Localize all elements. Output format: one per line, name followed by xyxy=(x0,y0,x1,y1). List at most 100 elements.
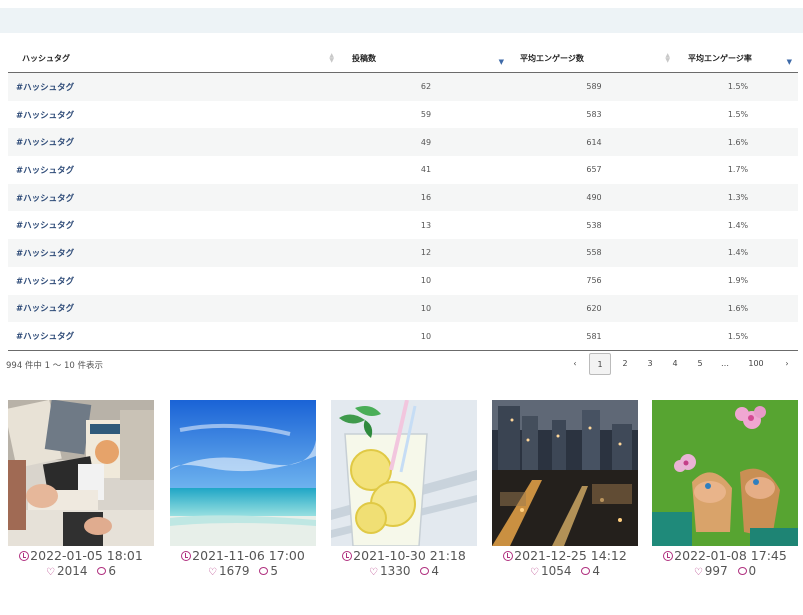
post-thumbnail[interactable] xyxy=(492,400,638,546)
post-date: 2022-01-05 18:01 xyxy=(8,548,154,563)
table-row[interactable]: #ハッシュタグ 12 558 1.4% xyxy=(8,239,798,267)
post-date-text: 2021-11-06 17:00 xyxy=(192,548,305,563)
post-card[interactable]: 2021-10-30 21:18 ♡ 1330 4 xyxy=(331,400,477,578)
post-count: 13 xyxy=(420,220,432,230)
engagement-rate: 1.3% xyxy=(678,183,798,212)
comment-count: 4 xyxy=(592,564,600,578)
table-header-row: ハッシュタグ ▲ ▼ 投稿数 ▼ 平均エンゲージ数 ▲ ▼ 平均エンゲージ率 ▼ xyxy=(8,44,798,73)
post-thumbnail[interactable] xyxy=(331,400,477,546)
top-banner xyxy=(0,8,803,33)
post-date: 2021-12-25 14:12 xyxy=(492,548,638,563)
post-date: 2021-10-30 21:18 xyxy=(331,548,477,563)
post-count: 16 xyxy=(342,183,510,212)
table-row[interactable]: #ハッシュタグ 59 583 1.5% xyxy=(8,101,798,129)
engagement-rate: 1.6% xyxy=(678,128,798,157)
clock-icon xyxy=(342,551,353,561)
post-date-text: 2021-10-30 21:18 xyxy=(353,548,466,563)
hashtag-link[interactable]: #ハッシュタグ xyxy=(8,294,342,323)
table-row[interactable]: #ハッシュタグ 10 756 1.9% xyxy=(8,267,798,295)
column-header-avg-engagement[interactable]: 平均エンゲージ数 ▲ ▼ xyxy=(510,44,678,73)
post-stats: ♡ 1054 4 xyxy=(492,564,638,578)
post-date-text: 2021-12-25 14:12 xyxy=(514,548,627,563)
post-stats: ♡ 2014 6 xyxy=(8,564,154,578)
sort-desc-icon[interactable]: ▼ xyxy=(499,58,504,66)
like-count: 997 xyxy=(704,564,728,578)
hashtag-link[interactable]: #ハッシュタグ xyxy=(8,128,342,157)
post-count: 41 xyxy=(420,165,432,175)
sort-icon[interactable]: ▲ ▼ xyxy=(665,53,670,64)
pagination: ‹ 1 2 3 4 5 … 100 › xyxy=(561,353,798,375)
hashtag-link[interactable]: #ハッシュタグ xyxy=(8,101,342,129)
page-button-3[interactable]: 3 xyxy=(639,353,661,375)
avg-engagement: 620 xyxy=(510,294,678,323)
column-header-label: 平均エンゲージ数 xyxy=(520,53,584,63)
post-count: 62 xyxy=(342,72,510,101)
avg-engagement: 657 xyxy=(586,165,602,175)
comment-count: 4 xyxy=(431,564,439,578)
prev-page-button[interactable]: ‹ xyxy=(564,353,586,375)
hashtag-link[interactable]: #ハッシュタグ xyxy=(8,156,342,184)
post-thumbnail[interactable] xyxy=(170,400,316,546)
avg-engagement: 538 xyxy=(586,220,602,230)
page-button-4[interactable]: 4 xyxy=(664,353,686,375)
table-row[interactable]: #ハッシュタグ 13 538 1.4% xyxy=(8,211,798,239)
post-count: 59 xyxy=(420,110,432,120)
hashtag-link[interactable]: #ハッシュタグ xyxy=(8,322,342,351)
column-header-label: ハッシュタグ xyxy=(22,53,70,63)
table-row[interactable]: #ハッシュタグ 10 581 1.5% xyxy=(8,322,798,351)
heart-icon: ♡ xyxy=(693,567,703,578)
hashtag-link[interactable]: #ハッシュタグ xyxy=(8,267,342,295)
page-button-1[interactable]: 1 xyxy=(589,353,611,375)
table-row[interactable]: #ハッシュタグ 10 620 1.6% xyxy=(8,294,798,323)
post-thumbnail[interactable] xyxy=(8,400,154,546)
engagement-rate: 1.5% xyxy=(727,110,749,120)
avg-engagement: 614 xyxy=(510,128,678,157)
post-card[interactable]: 2021-11-06 17:00 ♡ 1679 5 xyxy=(170,400,316,578)
engagement-rate: 1.5% xyxy=(678,72,798,101)
avg-engagement: 558 xyxy=(510,239,678,267)
post-count: 10 xyxy=(342,322,510,351)
clock-icon xyxy=(503,551,514,561)
post-thumbnail[interactable] xyxy=(652,400,798,546)
sort-desc-icon[interactable]: ▼ xyxy=(787,58,792,66)
avg-engagement: 490 xyxy=(510,183,678,212)
avg-engagement: 583 xyxy=(586,110,602,120)
post-card[interactable]: 2022-01-08 17:45 ♡ 997 0 xyxy=(652,400,798,578)
page-button-5[interactable]: 5 xyxy=(689,353,711,375)
comment-icon xyxy=(737,567,747,575)
table-row[interactable]: #ハッシュタグ 49 614 1.6% xyxy=(8,128,798,157)
post-date: 2021-11-06 17:00 xyxy=(170,548,316,563)
engagement-rate: 1.9% xyxy=(727,276,749,286)
post-count: 12 xyxy=(342,239,510,267)
hashtag-table: ハッシュタグ ▲▼ 投稿数 ▼ 平均エンゲージ数 ▲▼ 平均エンゲージ率 ▼ xyxy=(8,44,798,351)
post-card[interactable]: 2021-12-25 14:12 ♡ 1054 4 xyxy=(492,400,638,578)
page-button-last[interactable]: 100 xyxy=(739,353,773,375)
column-header-posts[interactable]: 投稿数 ▼ xyxy=(342,44,510,73)
comment-icon xyxy=(259,567,269,575)
table-row[interactable]: #ハッシュタグ 62 589 1.5% xyxy=(8,72,798,101)
hashtag-link[interactable]: #ハッシュタグ xyxy=(8,72,342,101)
table-row[interactable]: #ハッシュタグ 41 657 1.7% xyxy=(8,156,798,184)
column-header-label: 平均エンゲージ率 xyxy=(688,53,752,63)
hashtag-link[interactable]: #ハッシュタグ xyxy=(8,239,342,267)
heart-icon: ♡ xyxy=(369,567,378,578)
next-page-button[interactable]: › xyxy=(776,353,798,375)
column-header-hashtag[interactable]: ハッシュタグ ▲ ▼ xyxy=(8,44,342,73)
column-header-engagement-rate[interactable]: 平均エンゲージ率 ▼ xyxy=(678,44,798,73)
hashtag-link[interactable]: #ハッシュタグ xyxy=(8,183,342,212)
hashtag-link[interactable]: #ハッシュタグ xyxy=(8,211,342,239)
post-card[interactable]: 2022-01-05 18:01 ♡ 2014 6 xyxy=(8,400,154,578)
comment-count: 0 xyxy=(748,564,757,578)
sort-icon[interactable]: ▲ ▼ xyxy=(329,53,334,64)
heart-icon: ♡ xyxy=(530,567,539,578)
table-row[interactable]: #ハッシュタグ 16 490 1.3% xyxy=(8,183,798,212)
comment-icon xyxy=(420,567,430,575)
heart-icon: ♡ xyxy=(46,567,55,578)
post-count: 10 xyxy=(420,276,432,286)
column-header-label: 投稿数 xyxy=(352,53,376,63)
page-button-2[interactable]: 2 xyxy=(614,353,636,375)
post-stats: ♡ 997 0 xyxy=(652,564,798,578)
clock-icon xyxy=(181,551,192,561)
clock-icon xyxy=(19,551,30,561)
result-count: 994 件中 1 ～ 10 件表示 xyxy=(6,361,103,371)
